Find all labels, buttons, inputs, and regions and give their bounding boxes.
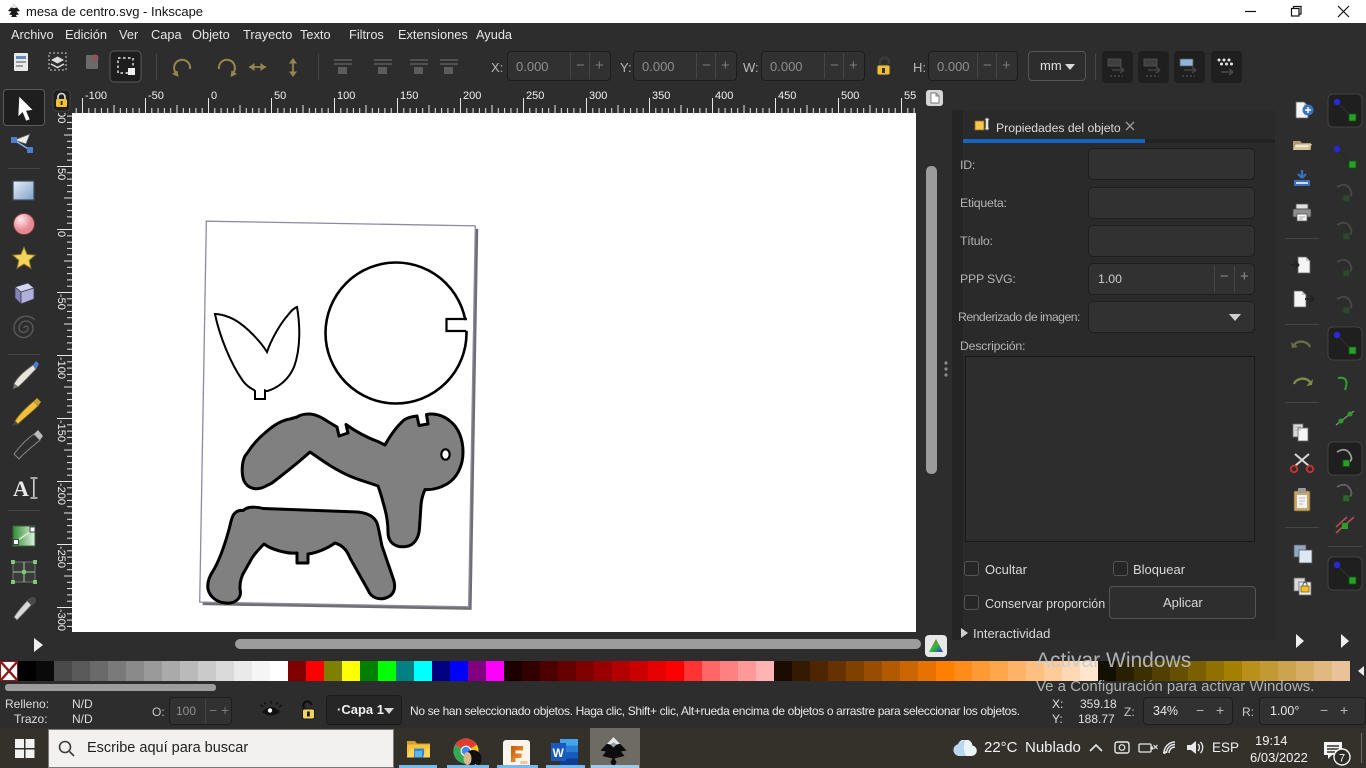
- svg-text:-50: -50: [55, 294, 67, 310]
- svg-text:150: 150: [400, 90, 418, 102]
- svg-text:-100: -100: [55, 357, 67, 379]
- svg-text:100: 100: [337, 90, 355, 102]
- svg-text:-250: -250: [55, 546, 67, 568]
- svg-text:350: 350: [652, 90, 670, 102]
- svg-text:50: 50: [55, 168, 67, 180]
- svg-text:0: 0: [211, 90, 217, 102]
- svg-text:400: 400: [715, 90, 733, 102]
- svg-text:200: 200: [463, 90, 481, 102]
- svg-text:-300: -300: [55, 609, 67, 631]
- svg-text:550: 550: [904, 90, 916, 102]
- svg-text:-50: -50: [148, 90, 164, 102]
- svg-text:50: 50: [274, 90, 286, 102]
- svg-text:450: 450: [778, 90, 796, 102]
- svg-text:500: 500: [841, 90, 859, 102]
- svg-text:-150: -150: [55, 420, 67, 442]
- svg-text:A: A: [13, 476, 29, 501]
- svg-text:0: 0: [55, 231, 67, 237]
- svg-text:-100: -100: [85, 90, 107, 102]
- svg-text:100: 100: [55, 113, 67, 123]
- svg-text:300: 300: [589, 90, 607, 102]
- svg-text:7: 7: [1339, 753, 1345, 765]
- svg-text:250: 250: [526, 90, 544, 102]
- svg-text:-200: -200: [55, 483, 67, 505]
- svg-text:W: W: [553, 746, 565, 760]
